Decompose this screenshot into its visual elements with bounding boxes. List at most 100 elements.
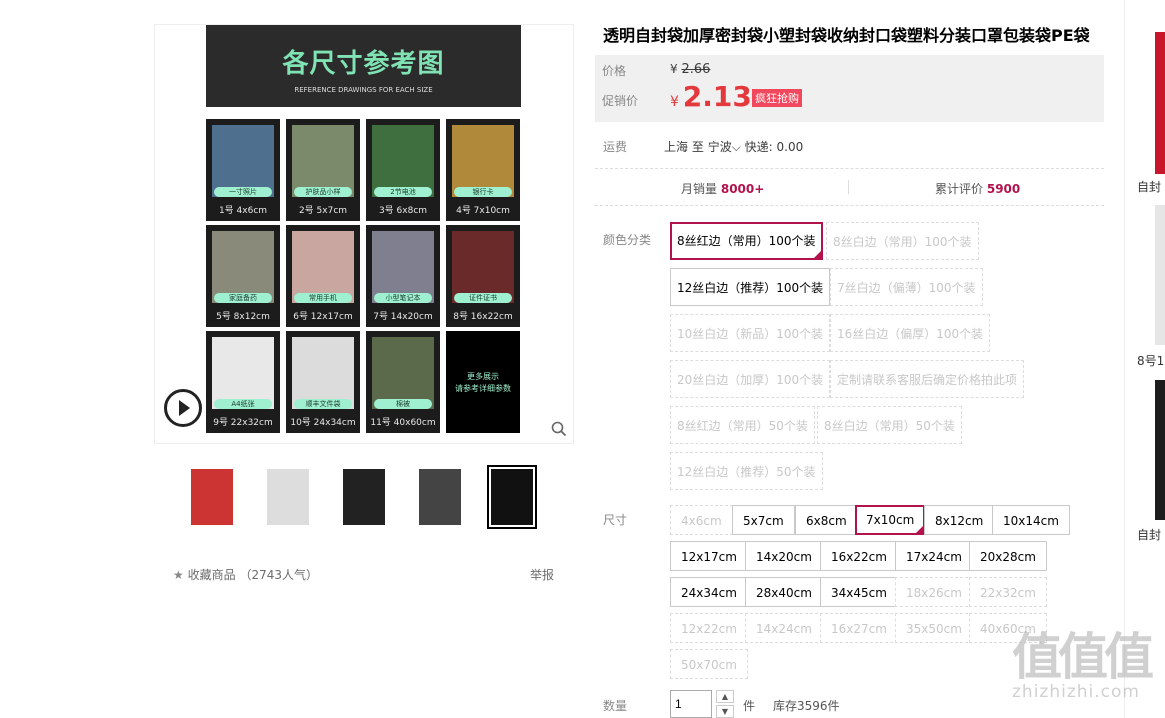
recommend-caption[interactable]: 8号1: [1137, 352, 1164, 369]
size-cell-label: 常用手机: [294, 293, 352, 303]
size-cell-size: 2号 5x7cm: [298, 206, 348, 216]
size-option[interactable]: 6x8cm: [795, 505, 858, 535]
currency-symbol: ¥: [670, 62, 678, 76]
report-link[interactable]: 举报: [530, 566, 554, 583]
size-option[interactable]: 28x40cm: [745, 577, 823, 607]
size-option: 16x27cm: [820, 613, 898, 643]
color-option: 定制请联系客服后确定价格拍此项: [830, 360, 1025, 398]
color-section-label: 颜色分类: [603, 233, 652, 247]
size-option: 18x26cm: [895, 577, 973, 607]
original-price-value: 2.66: [681, 62, 711, 77]
product-title: 透明自封袋加厚密封袋小塑封袋收纳封口袋塑料分装口罩包装袋PE袋: [603, 26, 1090, 45]
size-option: 22x32cm: [969, 577, 1047, 607]
size-option: 35x50cm: [895, 613, 973, 643]
review-count-value: 5900: [986, 182, 1021, 196]
watermark: 值值值 zhizhizhi.com: [1012, 632, 1162, 702]
size-cell-label: 棉被: [374, 399, 432, 409]
size-cell: 小型笔记本 7号 14x20cm: [366, 225, 440, 327]
size-cell: 顺丰文件袋 10号 24x34cm: [286, 331, 360, 433]
size-option[interactable]: 16x22cm: [820, 541, 898, 571]
review-count[interactable]: 累计评价 5900: [935, 180, 1020, 197]
monthly-sales-value: 8000+: [720, 182, 765, 196]
size-option[interactable]: 8x12cm: [924, 505, 995, 535]
price-box: 价格 ¥ 2.66 促销价 ¥ 2.13 疯狂抢购: [595, 55, 1104, 122]
favorite-count: （2743人气）: [239, 568, 318, 582]
color-option: 12丝白边（推荐）50个装: [670, 452, 823, 490]
size-option[interactable]: 34x45cm: [820, 577, 898, 607]
thumbnail[interactable]: [264, 466, 312, 528]
thumbnail[interactable]: [188, 466, 236, 528]
shipping-info: 上海 至 宁波⌵ 快递: 0.00: [664, 138, 803, 155]
promo-price-value: 2.13: [682, 80, 752, 113]
recommend-caption[interactable]: 自封: [1137, 526, 1161, 543]
thumbnail[interactable]: [416, 466, 464, 528]
ship-to: 宁波: [707, 140, 732, 154]
image-header-subtitle: REFERENCE DRAWINGS FOR EACH SIZE: [294, 86, 433, 94]
favorite-product[interactable]: ★ 收藏商品 （2743人气）: [173, 566, 318, 583]
quantity-input[interactable]: [670, 690, 712, 718]
size-option[interactable]: 7x10cm: [855, 505, 926, 535]
size-option[interactable]: 20x28cm: [969, 541, 1047, 571]
size-cell-size: 4号 7x10cm: [456, 206, 510, 216]
size-option[interactable]: 12x17cm: [670, 541, 748, 571]
video-play-button[interactable]: [164, 389, 202, 427]
ship-to-prefix: 至: [691, 140, 704, 154]
watermark-domain: zhizhizhi.com: [1012, 682, 1140, 702]
zoom-icon[interactable]: [551, 421, 567, 437]
image-header-title: 各尺寸参考图: [282, 49, 445, 79]
color-option: 20丝白边（加厚）100个装: [670, 360, 831, 398]
size-cell-label: 2节电池: [374, 187, 432, 197]
size-cell: 证件证书 8号 16x22cm: [446, 225, 520, 327]
size-option[interactable]: 17x24cm: [895, 541, 973, 571]
recommend-caption[interactable]: 自封: [1137, 178, 1161, 195]
color-option: 8丝白边（常用）100个装: [826, 222, 979, 260]
size-option[interactable]: 10x14cm: [992, 505, 1070, 535]
divider: [595, 168, 1104, 169]
color-option[interactable]: 12丝白边（推荐）100个装: [670, 268, 831, 306]
thumbnail-image: [191, 469, 233, 525]
thumbnail-image: [491, 469, 533, 525]
divider: [595, 205, 1104, 206]
size-cell: 银行卡 4号 7x10cm: [446, 119, 520, 221]
color-option[interactable]: 8丝红边（常用）100个装: [670, 222, 823, 260]
size-cell-size: 5号 8x12cm: [216, 312, 270, 322]
thumbnail[interactable]: [340, 466, 388, 528]
ship-to-selector[interactable]: 宁波⌵: [708, 140, 741, 154]
monthly-sales-label: 月销量: [681, 182, 718, 196]
star-icon: ★: [173, 568, 184, 582]
recommend-image[interactable]: [1155, 380, 1165, 520]
main-product-image[interactable]: 各尺寸参考图 REFERENCE DRAWINGS FOR EACH SIZE …: [154, 24, 574, 444]
size-option[interactable]: 5x7cm: [732, 505, 795, 535]
size-cell: 家庭备药 5号 8x12cm: [206, 225, 280, 327]
recommend-image[interactable]: [1155, 32, 1165, 174]
more-info-line: 更多展示: [467, 372, 499, 381]
size-cell: 一寸照片 1号 4x6cm: [206, 119, 280, 221]
price-label: 价格: [602, 64, 627, 78]
size-cell-label: 银行卡: [454, 187, 512, 197]
quantity-unit: 件: [743, 699, 756, 713]
size-cell: 护肤品小样 2号 5x7cm: [286, 119, 360, 221]
size-cell-label: 家庭备药: [214, 293, 272, 303]
size-option: 12x22cm: [670, 613, 748, 643]
color-option: 8丝红边（常用）50个装: [670, 406, 815, 444]
recommend-image[interactable]: [1155, 205, 1165, 345]
size-option[interactable]: 14x20cm: [745, 541, 823, 571]
size-reference-chart: 各尺寸参考图 REFERENCE DRAWINGS FOR EACH SIZE …: [206, 25, 521, 435]
ship-method: 快递: 0.00: [744, 140, 804, 154]
size-cell-size: 9号 22x32cm: [213, 418, 273, 428]
more-info-text: 更多展示 请参考详细参数: [446, 371, 520, 395]
color-option: 10丝白边（新品）100个装: [670, 314, 831, 352]
thumbnail-image: [267, 469, 309, 525]
size-option: 14x24cm: [745, 613, 823, 643]
size-cell-label: 顺丰文件袋: [294, 399, 352, 409]
quantity-decrease-button[interactable]: ▼: [716, 705, 734, 718]
favorite-label: 收藏商品: [187, 568, 236, 582]
original-price: ¥ 2.66: [670, 62, 710, 77]
quantity-increase-button[interactable]: ▲: [716, 690, 734, 703]
stats-separator: [848, 180, 849, 194]
size-option[interactable]: 24x34cm: [670, 577, 748, 607]
size-option: 4x6cm: [670, 505, 733, 535]
size-cell-label: 护肤品小样: [294, 187, 352, 197]
thumbnail[interactable]: [487, 465, 537, 529]
size-cell-size: 7号 14x20cm: [373, 312, 433, 322]
